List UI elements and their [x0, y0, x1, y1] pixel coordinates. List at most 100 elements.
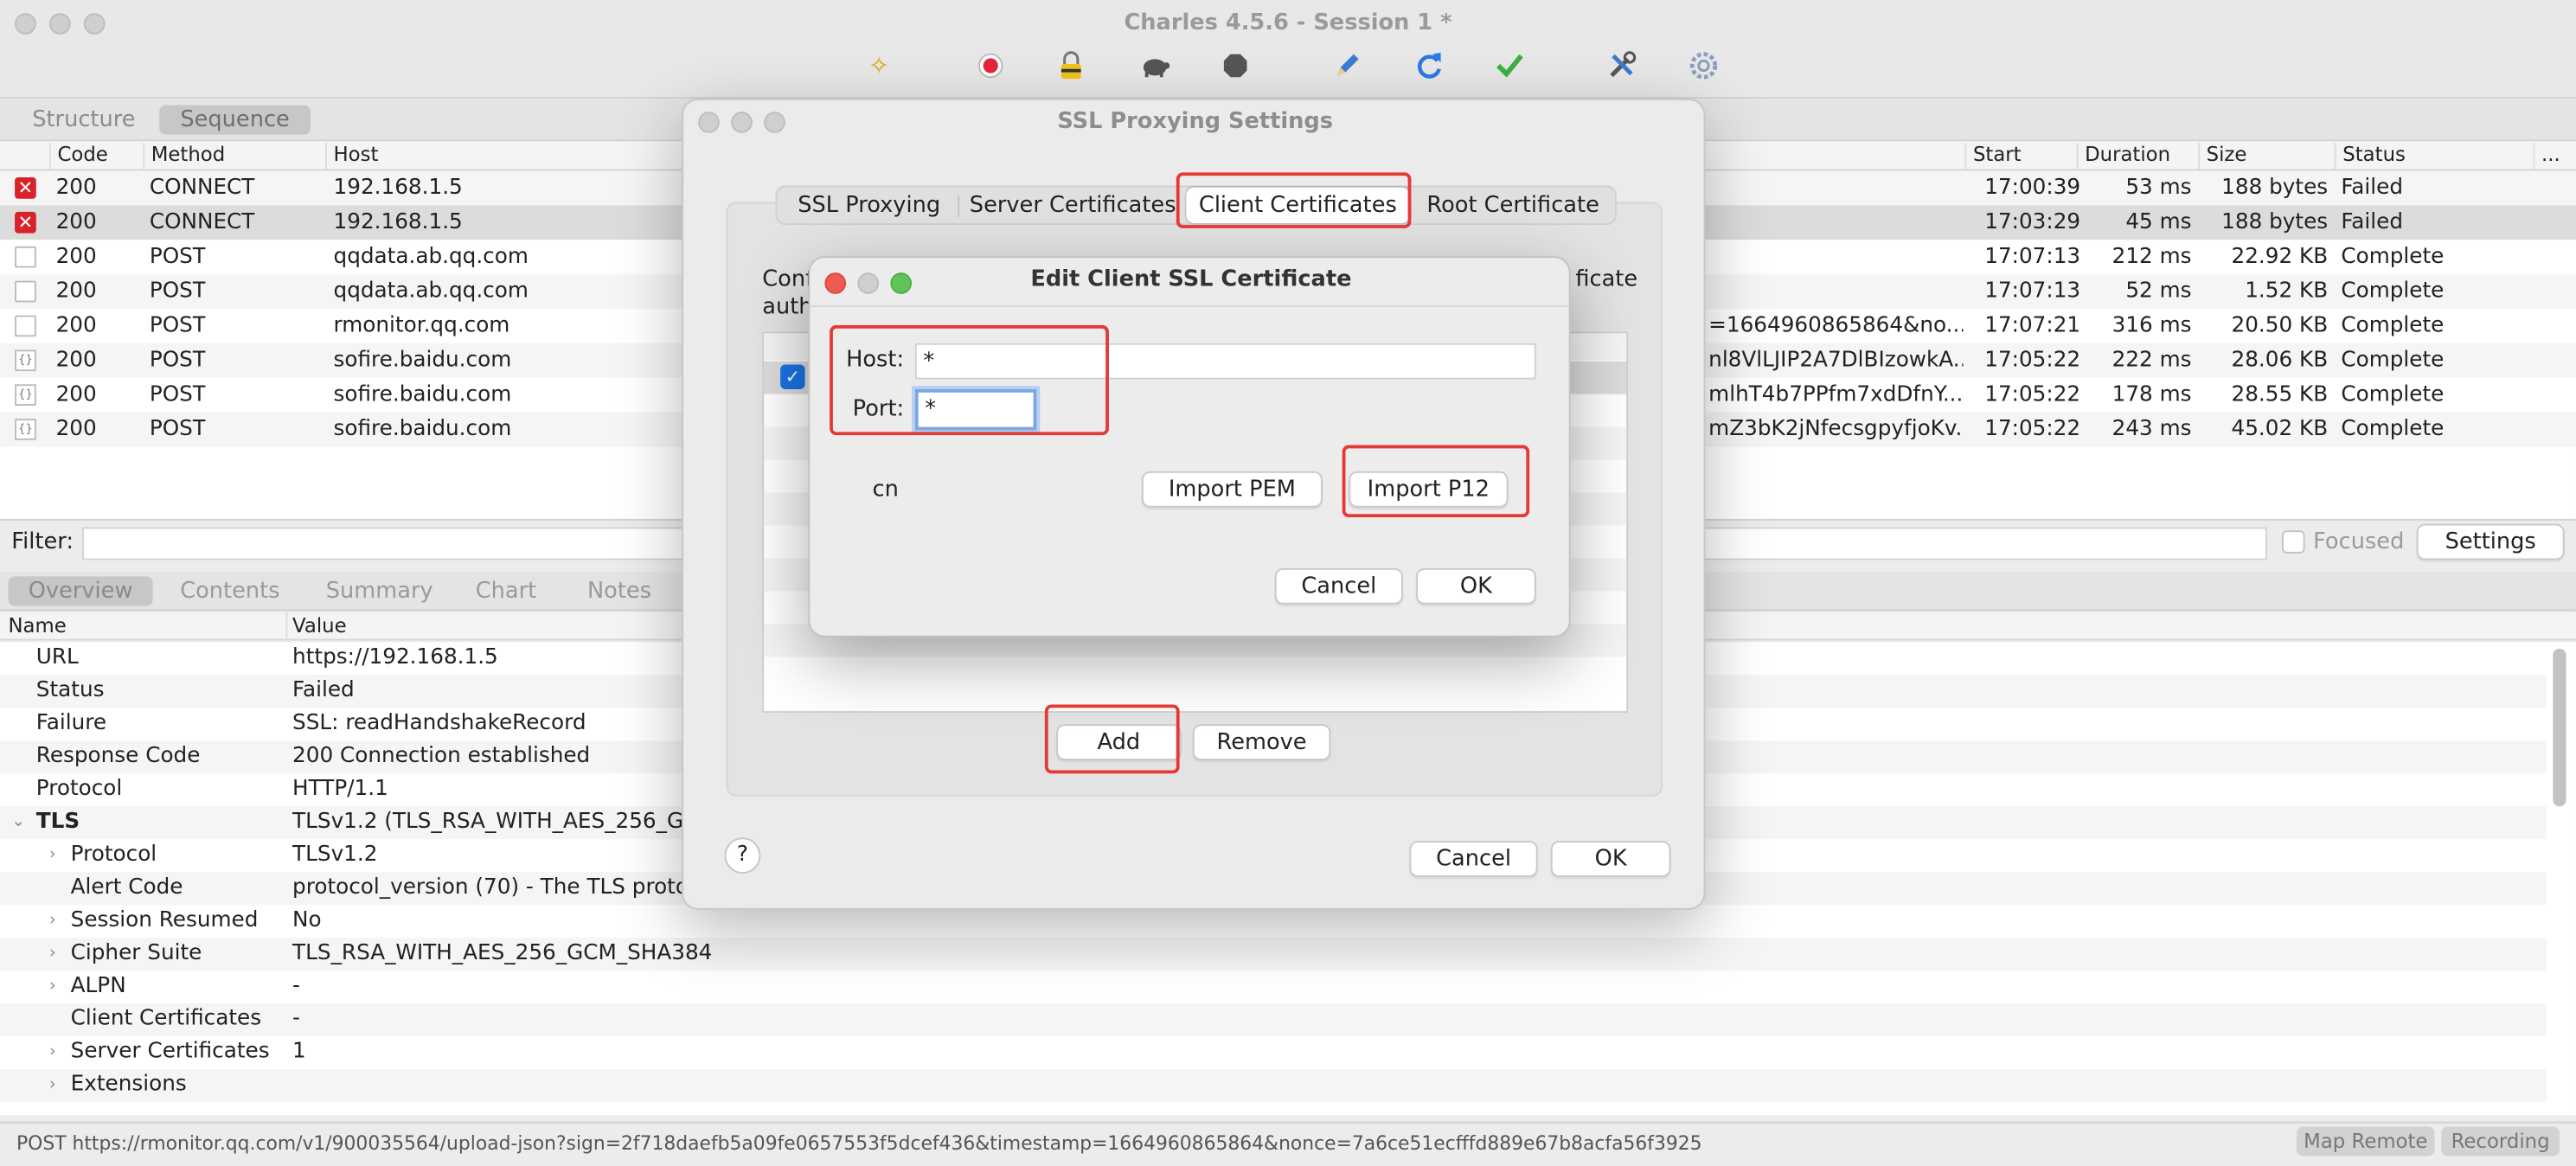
chevron-right-icon[interactable]: › [49, 1069, 56, 1102]
import-pem-button[interactable]: Import PEM [1141, 471, 1323, 508]
import-p12-button[interactable]: Import P12 [1349, 471, 1509, 508]
tab-summary[interactable]: Summary [312, 576, 447, 605]
row-path: =1664960865864&no... [1708, 313, 1964, 339]
edit-client-certificate-dialog: Edit Client SSL Certificate Host: * Port… [808, 256, 1571, 637]
row-duration: 243 ms [2111, 417, 2192, 442]
row-host: 192.168.1.5 [333, 210, 463, 235]
row-size: 45.02 KB [2231, 417, 2329, 442]
stop-icon[interactable] [1219, 49, 1252, 82]
dialog-ok-button[interactable]: OK [1550, 841, 1671, 877]
tab-notes[interactable]: Notes [572, 576, 667, 605]
tools-icon[interactable] [1605, 49, 1638, 82]
lock-icon[interactable] [1054, 49, 1087, 82]
script-icon: {} [15, 419, 36, 440]
tab-structure[interactable]: Structure [16, 106, 151, 135]
tab-contents[interactable]: Contents [164, 576, 296, 605]
row-duration: 178 ms [2111, 382, 2192, 407]
row-code: 200 [55, 176, 97, 201]
column-value[interactable]: Value [292, 614, 347, 637]
row-path: mlhT4b7PPfm7xdDfnY... [1708, 382, 1964, 407]
detail-row[interactable]: › ALPN - [0, 971, 2547, 1003]
map-remote-button[interactable]: Map Remote [2297, 1126, 2435, 1156]
row-host: sofire.baidu.com [333, 417, 512, 442]
tab-overview[interactable]: Overview [8, 576, 153, 606]
column-start[interactable]: Start [1964, 143, 2022, 170]
broom-icon[interactable]: ✧ [862, 49, 895, 82]
dialog-cancel-button[interactable]: Cancel [1409, 841, 1538, 877]
focused-checkbox[interactable] [2281, 530, 2305, 554]
error-icon: ✕ [15, 177, 36, 199]
document-icon [15, 315, 36, 337]
help-button[interactable]: ? [724, 837, 761, 874]
sub-cancel-button[interactable]: Cancel [1274, 567, 1403, 605]
port-input[interactable]: * [914, 388, 1037, 431]
chevron-right-icon[interactable]: › [49, 839, 56, 872]
row-code: 200 [55, 313, 97, 339]
row-host: sofire.baidu.com [333, 382, 512, 407]
chevron-down-icon[interactable]: ⌄ [11, 806, 25, 839]
status-text: POST https://rmonitor.qq.com/v1/90003556… [16, 1131, 1702, 1155]
pen-icon[interactable] [1330, 49, 1363, 82]
row-size: 1.52 KB [2245, 279, 2329, 304]
row-status: Complete [2341, 382, 2445, 407]
sub-ok-button[interactable]: OK [1416, 567, 1536, 605]
column-duration[interactable]: Duration [2076, 143, 2170, 170]
scrollbar-thumb[interactable] [2553, 648, 2566, 807]
column-code[interactable]: Code [48, 143, 108, 170]
host-input[interactable]: * [914, 343, 1536, 380]
detail-row[interactable]: › Extensions [0, 1068, 2547, 1102]
row-start: 17:05:22 [1984, 348, 2081, 373]
gear-icon[interactable] [1687, 49, 1720, 82]
refresh-icon[interactable] [1413, 49, 1445, 82]
tab-client-certificates[interactable]: Client Certificates [1186, 187, 1410, 224]
row-host: sofire.baidu.com [333, 348, 512, 373]
row-size: 28.55 KB [2231, 382, 2329, 407]
row-method: CONNECT [149, 210, 255, 235]
check-icon[interactable] [1493, 49, 1526, 82]
column-name[interactable]: Name [8, 614, 66, 637]
row-host: rmonitor.qq.com [333, 313, 510, 339]
row-start: 17:07:13 [1984, 244, 2081, 270]
column-method[interactable]: Method [143, 143, 225, 170]
port-label: Port: [852, 395, 905, 422]
dialog-title: SSL Proxying Settings [1057, 108, 1334, 135]
row-host: qqdata.ab.qq.com [333, 279, 529, 304]
tab-root-certificate[interactable]: Root Certificate [1413, 187, 1613, 223]
row-code: 200 [55, 417, 97, 442]
detail-row[interactable]: › Server Certificates 1 [0, 1036, 2547, 1069]
turtle-icon[interactable] [1138, 49, 1171, 82]
tab-ssl-proxying[interactable]: SSL Proxying [780, 187, 958, 223]
settings-button[interactable]: Settings [2416, 523, 2565, 561]
row-size: 188 bytes [2221, 176, 2329, 201]
row-method: POST [149, 313, 206, 339]
description-text: Conf [762, 266, 814, 292]
column-size[interactable]: Size [2198, 143, 2246, 170]
row-code: 200 [55, 348, 97, 373]
description-text: ficate [1575, 266, 1638, 292]
enabled-checkbox[interactable]: ✓ [780, 364, 805, 389]
tab-sequence[interactable]: Sequence [159, 105, 311, 135]
column-more[interactable]: ... [2533, 143, 2560, 170]
ssl-settings-tabs: SSL Proxying Server Certificates Client … [775, 185, 1617, 226]
column-status[interactable]: Status [2334, 143, 2406, 170]
chevron-right-icon[interactable]: › [49, 938, 56, 971]
chevron-right-icon[interactable]: › [49, 905, 56, 938]
row-status: Complete [2341, 279, 2445, 304]
chevron-right-icon[interactable]: › [49, 971, 56, 1003]
remove-button[interactable]: Remove [1192, 724, 1331, 761]
row-duration: 316 ms [2111, 313, 2192, 339]
status-bar: POST https://rmonitor.qq.com/v1/90003556… [0, 1121, 2576, 1166]
column-host[interactable]: Host [325, 143, 378, 170]
row-method: POST [149, 382, 206, 407]
detail-row[interactable]: › Cipher Suite TLS_RSA_WITH_AES_256_GCM_SH… [0, 938, 2547, 971]
detail-row[interactable]: Client Certificates - [0, 1003, 2547, 1037]
row-code: 200 [55, 279, 97, 304]
script-icon: {} [15, 384, 36, 406]
tab-chart[interactable]: Chart [460, 576, 552, 605]
chevron-right-icon[interactable]: › [49, 1036, 56, 1069]
app-root: Charles 4.5.6 - Session 1 * ✧ Structure … [0, 0, 2576, 1166]
recording-button[interactable]: Recording [2441, 1126, 2560, 1156]
tab-server-certificates[interactable]: Server Certificates [959, 187, 1186, 223]
record-icon[interactable] [974, 49, 1007, 82]
add-button[interactable]: Add [1056, 724, 1182, 761]
